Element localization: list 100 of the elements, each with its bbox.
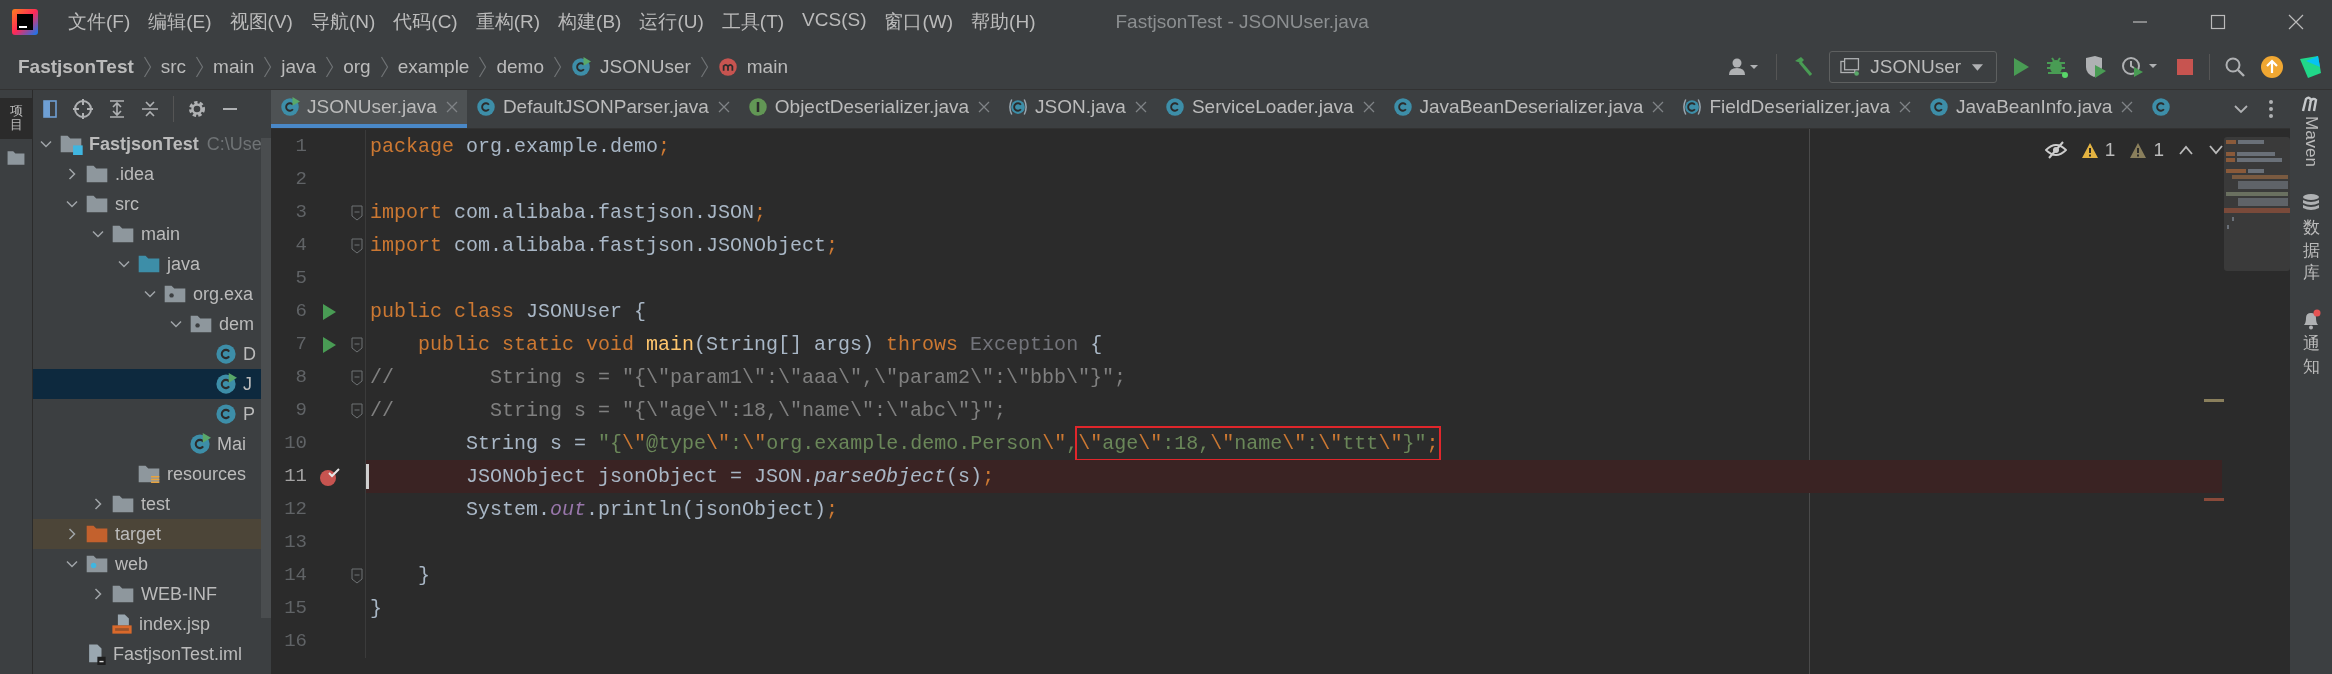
panel-icon[interactable] (41, 99, 59, 119)
next-icon[interactable] (2208, 144, 2224, 156)
locate-icon[interactable] (72, 98, 94, 120)
tree-item[interactable]: FastjsonTest.iml (113, 643, 243, 665)
tree-item[interactable]: src (115, 193, 139, 215)
collapse-all-icon[interactable] (140, 99, 160, 119)
tree-item[interactable]: WEB-INF (141, 583, 217, 605)
menu-item[interactable]: 视图(V) (229, 9, 293, 35)
previous-icon[interactable] (2178, 144, 2194, 156)
close-icon[interactable] (2121, 101, 2134, 113)
app-logo (12, 9, 38, 35)
menu-item[interactable]: VCS(S) (802, 9, 867, 35)
menu-item[interactable]: 运行(U) (639, 9, 704, 35)
maximize-icon[interactable] (2210, 14, 2226, 30)
close-icon[interactable] (978, 101, 991, 113)
settings-icon[interactable] (187, 99, 207, 119)
tree-item[interactable]: test (141, 493, 170, 515)
fold-marker-icon[interactable] (351, 336, 363, 353)
fold-marker-icon[interactable] (351, 237, 363, 254)
more-options-icon[interactable] (2266, 99, 2276, 119)
stop-icon[interactable] (2175, 56, 2195, 77)
fold-marker-icon[interactable] (351, 402, 363, 419)
close-icon[interactable] (1134, 101, 1147, 113)
editor-tab[interactable]: JSON.java (999, 90, 1156, 128)
highlight-box: \"age\":18,\"name\":\"ttt\"}"; (1078, 429, 1439, 458)
run-icon[interactable] (2011, 55, 2031, 78)
tree-item[interactable]: main (141, 223, 180, 245)
expand-all-icon[interactable] (107, 99, 127, 119)
menu-item[interactable]: 重构(R) (475, 9, 541, 35)
separator-chevron-icon (325, 55, 335, 78)
breadcrumb-item[interactable]: example (397, 55, 470, 78)
folder-icon[interactable] (6, 148, 26, 167)
menu-item[interactable]: 工具(T) (721, 9, 785, 35)
editor-tab[interactable]: FieldDeserializer.java (1673, 90, 1920, 128)
tool-window-button[interactable]: 通知 (2300, 309, 2322, 377)
line-number: 14 (283, 563, 307, 588)
coverage-icon[interactable] (2083, 54, 2107, 79)
tree-item[interactable]: web (115, 553, 149, 575)
menu-item[interactable]: 编辑(E) (148, 9, 212, 35)
warning-count[interactable]: 1 (2129, 139, 2164, 161)
tree-item[interactable]: J (243, 373, 252, 395)
breakpoint-icon[interactable] (318, 465, 340, 488)
breadcrumb-item[interactable]: org (343, 55, 371, 78)
update-icon[interactable] (2260, 54, 2284, 79)
menu-item[interactable]: 导航(N) (310, 9, 376, 35)
project-tool-window-button[interactable]: 项目 (0, 98, 32, 139)
editor-tab[interactable]: JavaBeanInfo.java (1920, 90, 2143, 128)
run-configuration-dropdown[interactable]: JSONUser (1829, 50, 1997, 83)
tree-item[interactable]: target (115, 523, 162, 545)
tree-item[interactable]: Mai (217, 433, 246, 455)
run-gutter-icon[interactable] (321, 335, 337, 354)
tree-item[interactable]: org.exa (193, 283, 254, 305)
menu-item[interactable]: 窗口(W) (884, 9, 954, 35)
close-icon[interactable] (2288, 14, 2304, 30)
editor-tab[interactable]: DefaultJSONParser.java (466, 90, 739, 128)
breadcrumb-item[interactable]: main (746, 55, 788, 78)
breadcrumb-item[interactable]: src (160, 55, 187, 78)
tree-item[interactable]: java (167, 253, 201, 275)
editor-tab[interactable]: JSONUser.java (271, 90, 467, 128)
tree-item[interactable]: P (243, 403, 255, 425)
tree-item[interactable]: FastjsonTest (89, 133, 199, 155)
class-icon (1392, 97, 1413, 117)
code-line: System.out.println(jsonObject); (465, 498, 839, 521)
package-icon (163, 283, 187, 305)
fold-marker-icon[interactable] (351, 567, 363, 584)
menu-item[interactable]: 构建(B) (558, 9, 622, 35)
scrollbar[interactable] (261, 138, 271, 618)
menu-item[interactable]: 帮助(H) (971, 9, 1036, 35)
close-icon[interactable] (717, 101, 730, 113)
package-icon (189, 313, 213, 335)
fold-marker-icon[interactable] (351, 204, 363, 221)
close-icon[interactable] (1899, 101, 1911, 113)
fold-marker-icon[interactable] (351, 369, 363, 386)
run-gutter-icon[interactable] (321, 302, 337, 321)
warning-count[interactable]: 1 (2080, 139, 2116, 161)
breadcrumb-item[interactable]: JSONUser (600, 55, 691, 78)
breadcrumb-item[interactable]: demo (496, 55, 544, 78)
tree-item[interactable]: index.jsp (139, 613, 211, 635)
breadcrumb-item[interactable]: main (213, 55, 255, 78)
editor-tab[interactable]: ObjectDeserializer.java (738, 90, 1000, 128)
tree-item[interactable]: resources (167, 463, 247, 485)
breadcrumb-item[interactable]: FastjsonTest (18, 55, 134, 78)
code-line: // String s = "{\"param1\":\"aaa\",\"param2\":\"bbb\"}"; (370, 366, 1127, 389)
editor-tab[interactable]: ServiceLoader.java (1155, 90, 1384, 128)
close-icon[interactable] (1652, 101, 1665, 113)
editor-tab[interactable]: JavaBeanDeserializer.java (1383, 90, 1674, 128)
tree-item[interactable]: .idea (115, 163, 155, 185)
tool-window-button[interactable]: 数据库 (2301, 193, 2321, 284)
menu-item[interactable]: 文件(F) (68, 9, 131, 35)
separator-chevron-icon (263, 55, 273, 78)
toolbox-logo-icon[interactable] (2298, 54, 2322, 79)
reader-mode-icon[interactable] (2044, 141, 2067, 159)
tool-window-button[interactable]: Maven (2300, 96, 2322, 168)
tree-item[interactable]: dem (219, 313, 254, 335)
breadcrumb-item[interactable]: java (281, 55, 317, 78)
close-icon[interactable] (1362, 101, 1375, 113)
tree-item[interactable]: D (243, 343, 256, 365)
search-icon[interactable] (2224, 55, 2246, 78)
window-title: FastjsonTest - JSONUser.java (1115, 11, 1369, 33)
menu-item[interactable]: 代码(C) (393, 9, 458, 35)
